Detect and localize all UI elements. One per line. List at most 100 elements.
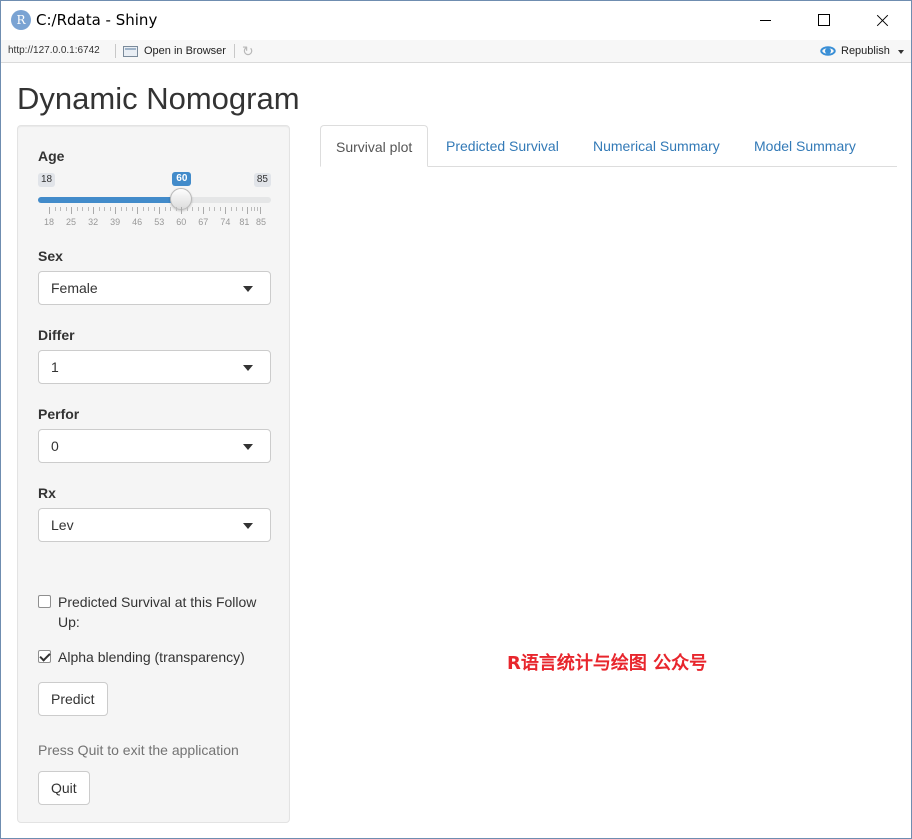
slider-minor-tick [87,207,89,211]
slider-major-tick [247,207,249,214]
window-title: C:/Rdata - Shiny [36,11,158,29]
chevron-down-icon[interactable] [898,50,904,54]
tab-model-summary[interactable]: Model Summary [754,125,856,167]
slider-minor-tick [230,207,232,211]
slider-tick-label: 60 [176,217,187,227]
slider-minor-tick [82,207,84,211]
slider-minor-tick [65,207,67,211]
perfor-label: Perfor [38,406,80,422]
quit-button[interactable]: Quit [38,771,90,805]
slider-tick-label: 74 [220,217,231,227]
url-display: http://127.0.0.1:6742 [8,45,100,56]
age-label: Age [38,148,65,164]
slider-major-tick [49,207,50,214]
rx-select[interactable]: Lev [38,508,271,542]
slider-minor-tick [60,207,62,211]
slider-major-tick [203,207,205,214]
slider-minor-tick [153,207,155,211]
checkbox-unchecked[interactable] [38,595,51,608]
followup-checkbox[interactable]: Predicted Survival at this Follow Up: [38,592,278,632]
publish-icon [820,46,836,56]
followup-checkbox-label: Predicted Survival at this Follow Up: [58,594,257,630]
tab-bar: Survival plot Predicted Survival Numeric… [320,125,897,167]
slider-tick-label: 85 [255,217,267,227]
quit-help-text: Press Quit to exit the application [38,742,239,758]
viewer-toolbar: http://127.0.0.1:6742 Open in Browser ↻ … [1,40,911,63]
browser-window-icon [123,46,138,57]
slider-tick-label: 32 [88,217,99,227]
sex-value: Female [51,280,98,296]
slider-fill [38,197,182,203]
slider-minor-tick [54,207,56,211]
refresh-icon[interactable]: ↻ [242,43,258,59]
alpha-blending-label: Alpha blending (transparency) [58,649,245,665]
slider-minor-tick [253,207,255,211]
slider-min-label: 18 [38,173,56,187]
title-bar: R C:/Rdata - Shiny [1,1,911,39]
slider-tick-label: 67 [198,217,209,227]
differ-value: 1 [51,359,59,375]
chevron-down-icon [243,286,253,292]
slider-major-tick [260,207,261,214]
slider-minor-tick [109,207,111,211]
differ-label: Differ [38,327,75,343]
predict-button[interactable]: Predict [38,682,108,716]
slider-minor-tick [214,207,216,211]
minimize-button[interactable] [737,1,795,39]
slider-major-tick [181,207,183,214]
slider-major-tick [71,207,73,214]
app-window: R C:/Rdata - Shiny http://127.0.0.1:6742… [0,0,912,839]
chevron-down-icon [243,365,253,371]
slider-tick-label: 81 [239,217,250,227]
slider-major-tick [159,207,161,214]
slider-minor-tick [192,207,194,211]
slider-minor-tick [148,207,150,211]
slider-minor-tick [120,207,122,211]
close-button[interactable] [853,1,911,39]
slider-minor-tick [256,207,258,211]
watermark-text: R语言统计与绘图 公众号 [507,653,708,674]
slider-major-tick [225,207,227,214]
chevron-down-icon [243,444,253,450]
slider-max-label: 85 [253,173,271,187]
tab-predicted-survival[interactable]: Predicted Survival [446,125,559,167]
slider-minor-tick [241,207,243,211]
republish-label: Republish [841,45,890,57]
slider-major-tick [93,207,95,214]
slider-minor-tick [104,207,106,211]
tab-numerical-summary[interactable]: Numerical Summary [593,125,720,167]
slider-minor-tick [219,207,221,211]
perfor-select[interactable]: 0 [38,429,271,463]
perfor-value: 0 [51,438,59,454]
rx-value: Lev [51,517,74,533]
slider-major-tick [115,207,117,214]
tab-survival-plot[interactable]: Survival plot [320,125,429,167]
open-in-browser-label: Open in Browser [144,45,226,57]
checkbox-checked[interactable] [38,650,51,663]
sex-label: Sex [38,248,63,264]
slider-tick-label: 18 [43,217,55,227]
slider-tick-label: 39 [110,217,121,227]
slider-tick-label: 53 [154,217,165,227]
slider-minor-tick [250,207,252,211]
toolbar-divider [115,44,116,58]
slider-minor-tick [175,207,177,211]
sidebar-panel: Age 18 85 60 18 25 32 39 46 53 60 67 74 81 85 Sex … [17,125,290,823]
age-slider[interactable]: 18 85 60 18 25 32 39 46 53 60 67 74 81 85 [38,170,271,230]
slider-minor-tick [186,207,188,211]
slider-minor-tick [208,207,210,211]
slider-value-label: 60 [172,172,192,186]
sex-select[interactable]: Female [38,271,271,305]
r-app-icon: R [11,10,31,30]
slider-ticks [38,207,271,215]
alpha-blending-checkbox[interactable]: Alpha blending (transparency) [38,647,278,667]
slider-minor-tick [126,207,128,211]
slider-tick-label: 25 [66,217,77,227]
rx-label: Rx [38,485,56,501]
maximize-button[interactable] [795,1,853,39]
slider-minor-tick [142,207,144,211]
differ-select[interactable]: 1 [38,350,271,384]
slider-tick-label: 46 [132,217,143,227]
slider-major-tick [137,207,139,214]
slider-minor-tick [98,207,100,211]
